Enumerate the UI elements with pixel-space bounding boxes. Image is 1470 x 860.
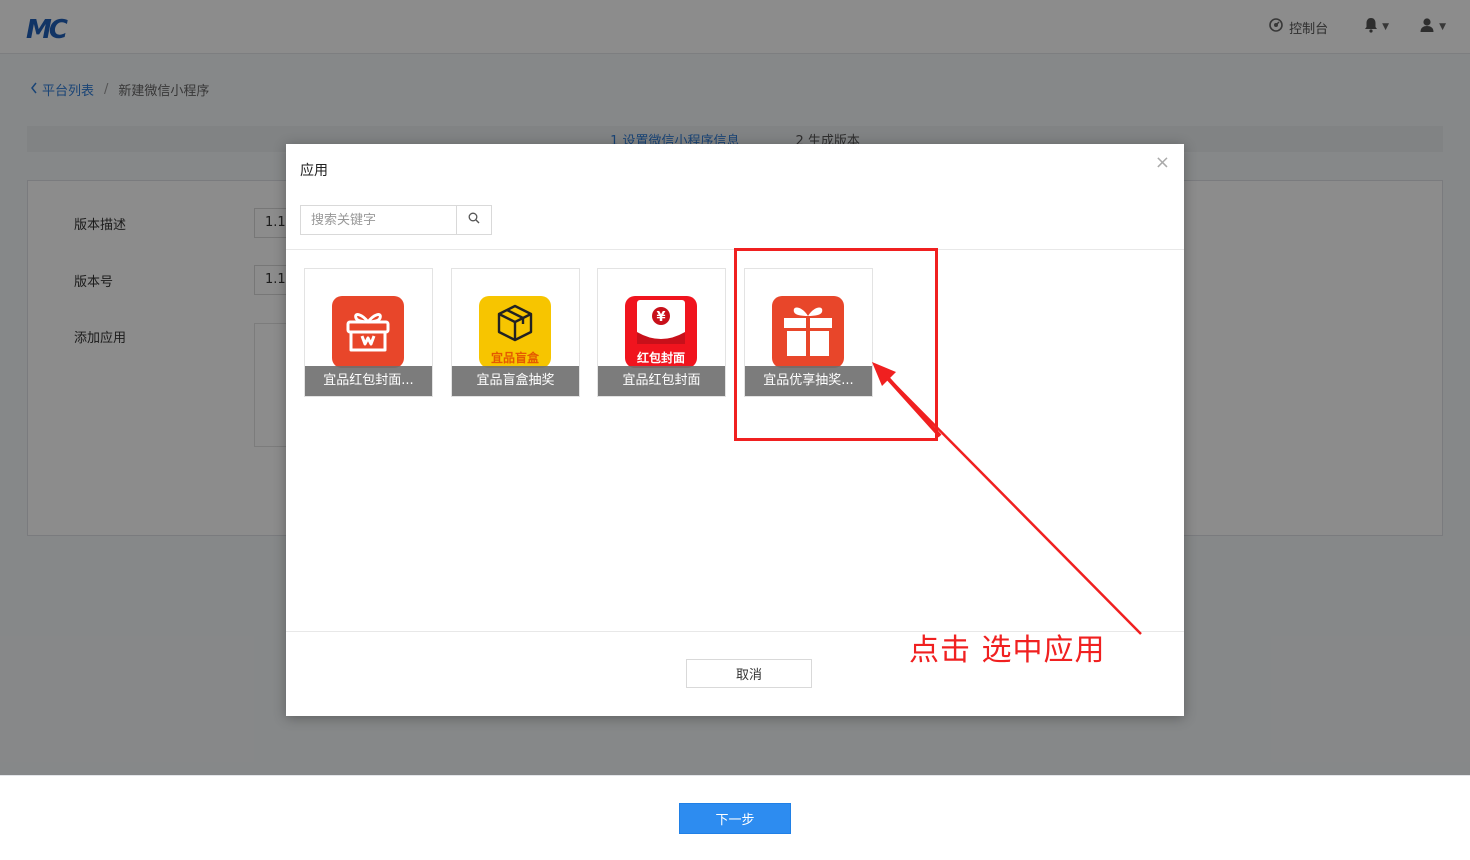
search-bar — [300, 205, 492, 235]
app-card-blind-box[interactable]: 宜品盲盒 宜品盲盒抽奖 — [451, 268, 580, 397]
annotation-highlight-box — [734, 248, 938, 441]
icon-caption: 宜品盲盒 — [491, 350, 540, 365]
search-icon — [468, 212, 480, 228]
search-button[interactable] — [456, 205, 492, 235]
bottom-action-bar: 下一步 — [0, 775, 1470, 860]
app-name: 宜品红包封面 — [598, 366, 725, 396]
next-step-button[interactable]: 下一步 — [679, 803, 791, 834]
cancel-button[interactable]: 取消 — [686, 659, 812, 688]
search-input[interactable] — [300, 205, 456, 235]
app-card-hongbao-cover-2[interactable]: ¥ 红包封面 宜品红包封面 — [597, 268, 726, 397]
blind-box-icon: 宜品盲盒 — [479, 296, 551, 368]
icon-caption: 红包封面 — [637, 350, 685, 365]
annotation-text: 点击 选中应用 — [909, 633, 1106, 668]
close-icon[interactable]: × — [1155, 154, 1170, 172]
svg-text:¥: ¥ — [656, 310, 665, 325]
app-name: 宜品盲盒抽奖 — [452, 366, 579, 396]
app-card-hongbao-cover-1[interactable]: 宜品红包封面... — [304, 268, 433, 397]
modal-title: 应用 — [300, 163, 328, 179]
red-envelope-icon: ¥ 红包封面 — [625, 296, 697, 368]
app-name: 宜品红包封面... — [305, 366, 432, 396]
gift-icon — [332, 296, 404, 368]
